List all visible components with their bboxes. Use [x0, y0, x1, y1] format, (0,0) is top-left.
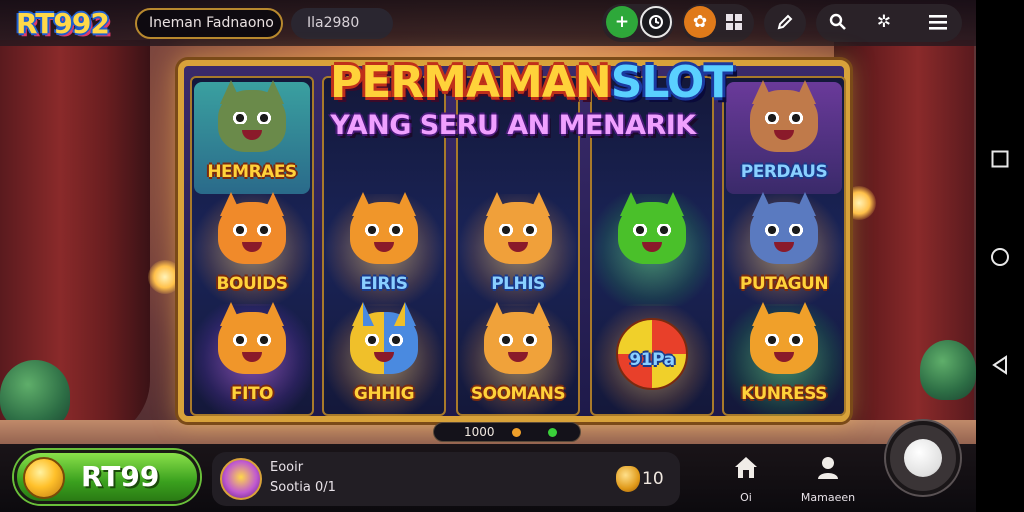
- android-nav-bar: [976, 0, 1024, 512]
- coin-icon: [23, 457, 65, 499]
- wolf-face-icon: [218, 90, 286, 152]
- info-subtitle: Sootia 0/1: [270, 480, 336, 495]
- square-icon: [991, 150, 1009, 168]
- spin-knob-icon: [904, 439, 942, 477]
- back-button[interactable]: [990, 355, 1010, 375]
- progress-indicator: 1000: [433, 422, 581, 442]
- app-logo[interactable]: RT992: [10, 5, 115, 43]
- cat-face-icon: [350, 312, 418, 374]
- search-field[interactable]: Ineman Fadnaono: [135, 8, 283, 39]
- goblin-face-icon: [618, 202, 686, 264]
- fox-face-icon: [750, 312, 818, 374]
- symbol-label: HEMRAES: [207, 162, 297, 182]
- lamp-left: [148, 260, 182, 294]
- cat-face-icon: [218, 312, 286, 374]
- add-icon[interactable]: +: [606, 6, 638, 38]
- top-bar: RT992 Ineman Fadnaono Ila2980 + ✿ ✲: [0, 0, 976, 46]
- back-triangle-icon: [992, 355, 1007, 375]
- title-subtitle: YANG SERU AN MENARIK: [330, 110, 696, 141]
- gift-icon[interactable]: ✿: [684, 6, 716, 38]
- bonus-badge-icon: [220, 458, 262, 500]
- symbol-label: PERDAUS: [740, 162, 828, 182]
- coin-dot-icon: [512, 428, 521, 437]
- symbol-label: FITO: [231, 384, 274, 404]
- title-word-2: SLOT: [610, 57, 734, 108]
- cat-face-icon: [750, 202, 818, 264]
- symbol-wolf[interactable]: HEMRAES: [194, 82, 310, 194]
- plant-right: [920, 340, 976, 400]
- symbol-two-tone-cat[interactable]: GHHIG: [326, 304, 442, 416]
- settings-icon[interactable]: ✲: [868, 6, 900, 38]
- symbol-tabby-cat[interactable]: PLHIS: [460, 194, 576, 306]
- buy-button-label: RT99: [81, 460, 160, 493]
- symbol-label: 91Pa: [629, 350, 675, 370]
- symbol-label: KUNRESS: [741, 384, 827, 404]
- nav-home[interactable]: Oi: [708, 452, 784, 508]
- home-button[interactable]: [990, 247, 1010, 267]
- spin-button[interactable]: [886, 421, 960, 495]
- fox-face-icon: [350, 202, 418, 264]
- symbol-label: SOOMANS: [470, 384, 566, 404]
- cat-face-icon: [484, 202, 552, 264]
- symbol-blue-cat[interactable]: PUTAGUN: [726, 194, 842, 306]
- symbol-party-fox[interactable]: KUNRESS: [726, 304, 842, 416]
- info-title: Eooir: [270, 460, 304, 475]
- slot-title: PERMAMANSLOT YANG SERU AN MENARIK: [330, 57, 733, 142]
- symbol-green-goblin[interactable]: [594, 194, 710, 306]
- menu-icon[interactable]: [922, 6, 954, 38]
- nav-profile[interactable]: Mamaeen: [790, 452, 866, 508]
- symbol-orange-cat[interactable]: BOUIDS: [194, 194, 310, 306]
- edit-icon[interactable]: [769, 6, 801, 38]
- reel-1: HEMRAES BOUIDS FITO: [190, 76, 314, 416]
- search-icon[interactable]: [822, 6, 854, 38]
- coin-count: 10: [642, 469, 664, 489]
- buy-button[interactable]: RT99: [14, 450, 200, 504]
- clock-icon[interactable]: [640, 6, 672, 38]
- title-word-1: PERMAMAN: [330, 57, 612, 108]
- symbol-label: PUTAGUN: [739, 274, 829, 294]
- reel-5: PERDAUS PUTAGUN KUNRESS: [722, 76, 846, 416]
- coin-bag-icon: [616, 466, 640, 492]
- progress-value: 1000: [464, 425, 495, 439]
- circle-icon: [991, 248, 1009, 266]
- title-main: PERMAMANSLOT: [330, 57, 733, 108]
- grid-icon[interactable]: [718, 6, 750, 38]
- symbol-fox[interactable]: EIRIS: [326, 194, 442, 306]
- balance-display[interactable]: Ila2980: [291, 8, 393, 39]
- cat-face-icon: [218, 202, 286, 264]
- home-icon: [708, 454, 784, 487]
- active-dot-icon: [548, 428, 557, 437]
- kangaroo-face-icon: [750, 90, 818, 152]
- info-panel[interactable]: Eooir Sootia 0/1 10: [212, 452, 680, 506]
- hamster-face-icon: [484, 312, 552, 374]
- symbol-kangaroo[interactable]: PERDAUS: [726, 82, 842, 194]
- symbol-label: GHHIG: [353, 384, 415, 404]
- symbol-label: EIRIS: [360, 274, 408, 294]
- nav-profile-label: Mamaeen: [800, 491, 856, 504]
- symbol-label: BOUIDS: [216, 274, 288, 294]
- symbol-label: PLHIS: [491, 274, 545, 294]
- nav-home-label: Oi: [740, 491, 752, 504]
- profile-icon: [790, 454, 866, 487]
- recent-apps-button[interactable]: [990, 149, 1010, 169]
- symbol-ginger-cat[interactable]: FITO: [194, 304, 310, 416]
- symbol-hamster[interactable]: SOOMANS: [460, 304, 576, 416]
- symbol-ball[interactable]: 91Pa: [594, 304, 710, 416]
